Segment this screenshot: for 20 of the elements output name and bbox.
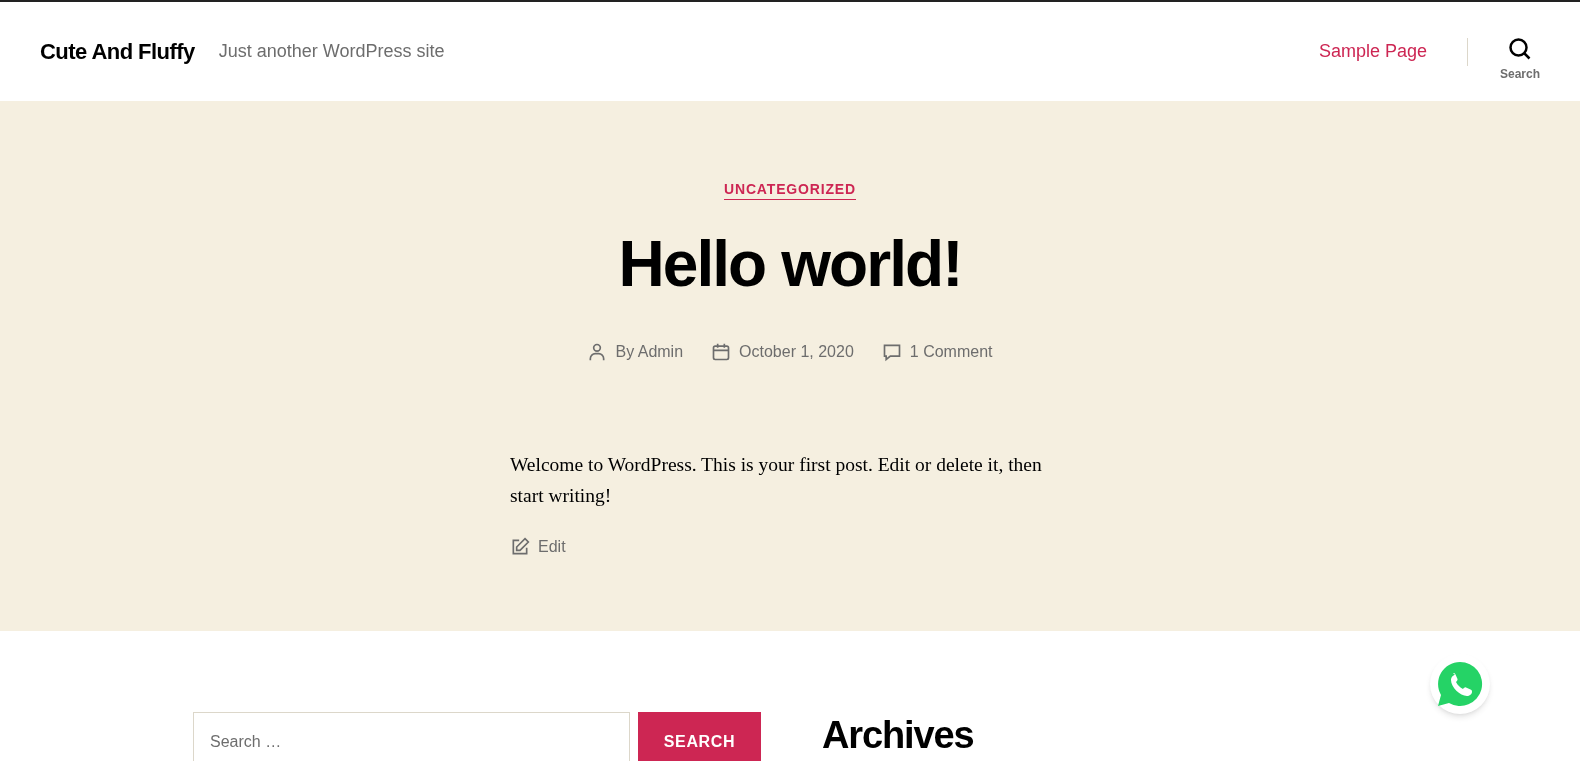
search-button[interactable]: SEARCH <box>638 712 761 761</box>
edit-link[interactable]: Edit <box>510 535 566 559</box>
category-link[interactable]: UNCATEGORIZED <box>724 179 856 200</box>
post-title: Hello world! <box>618 232 962 296</box>
nav-link[interactable]: Sample Page <box>1318 38 1427 65</box>
calendar-icon <box>711 342 732 362</box>
search-toggle[interactable]: Search <box>1499 20 1540 83</box>
archives-heading: Archives <box>822 716 974 754</box>
chat-phone-icon[interactable] <box>1430 654 1490 714</box>
post-body: Welcome to WordPress. This is your first post. Edit or delete it, then start writing! <box>510 453 1043 508</box>
author-link[interactable]: By Admin <box>615 340 684 364</box>
edit-icon <box>510 537 530 557</box>
search-icon <box>1508 36 1532 61</box>
site-title[interactable]: Cute And Fluffy <box>40 35 195 68</box>
site-tagline: Just another WordPress site <box>218 40 445 63</box>
search-field[interactable]: Search … <box>193 712 630 761</box>
person-icon <box>587 342 608 362</box>
speech-bubble-icon <box>881 342 902 362</box>
date-link[interactable]: October 1, 2020 <box>739 340 854 364</box>
comments-link[interactable]: 1 Comment <box>909 340 993 364</box>
